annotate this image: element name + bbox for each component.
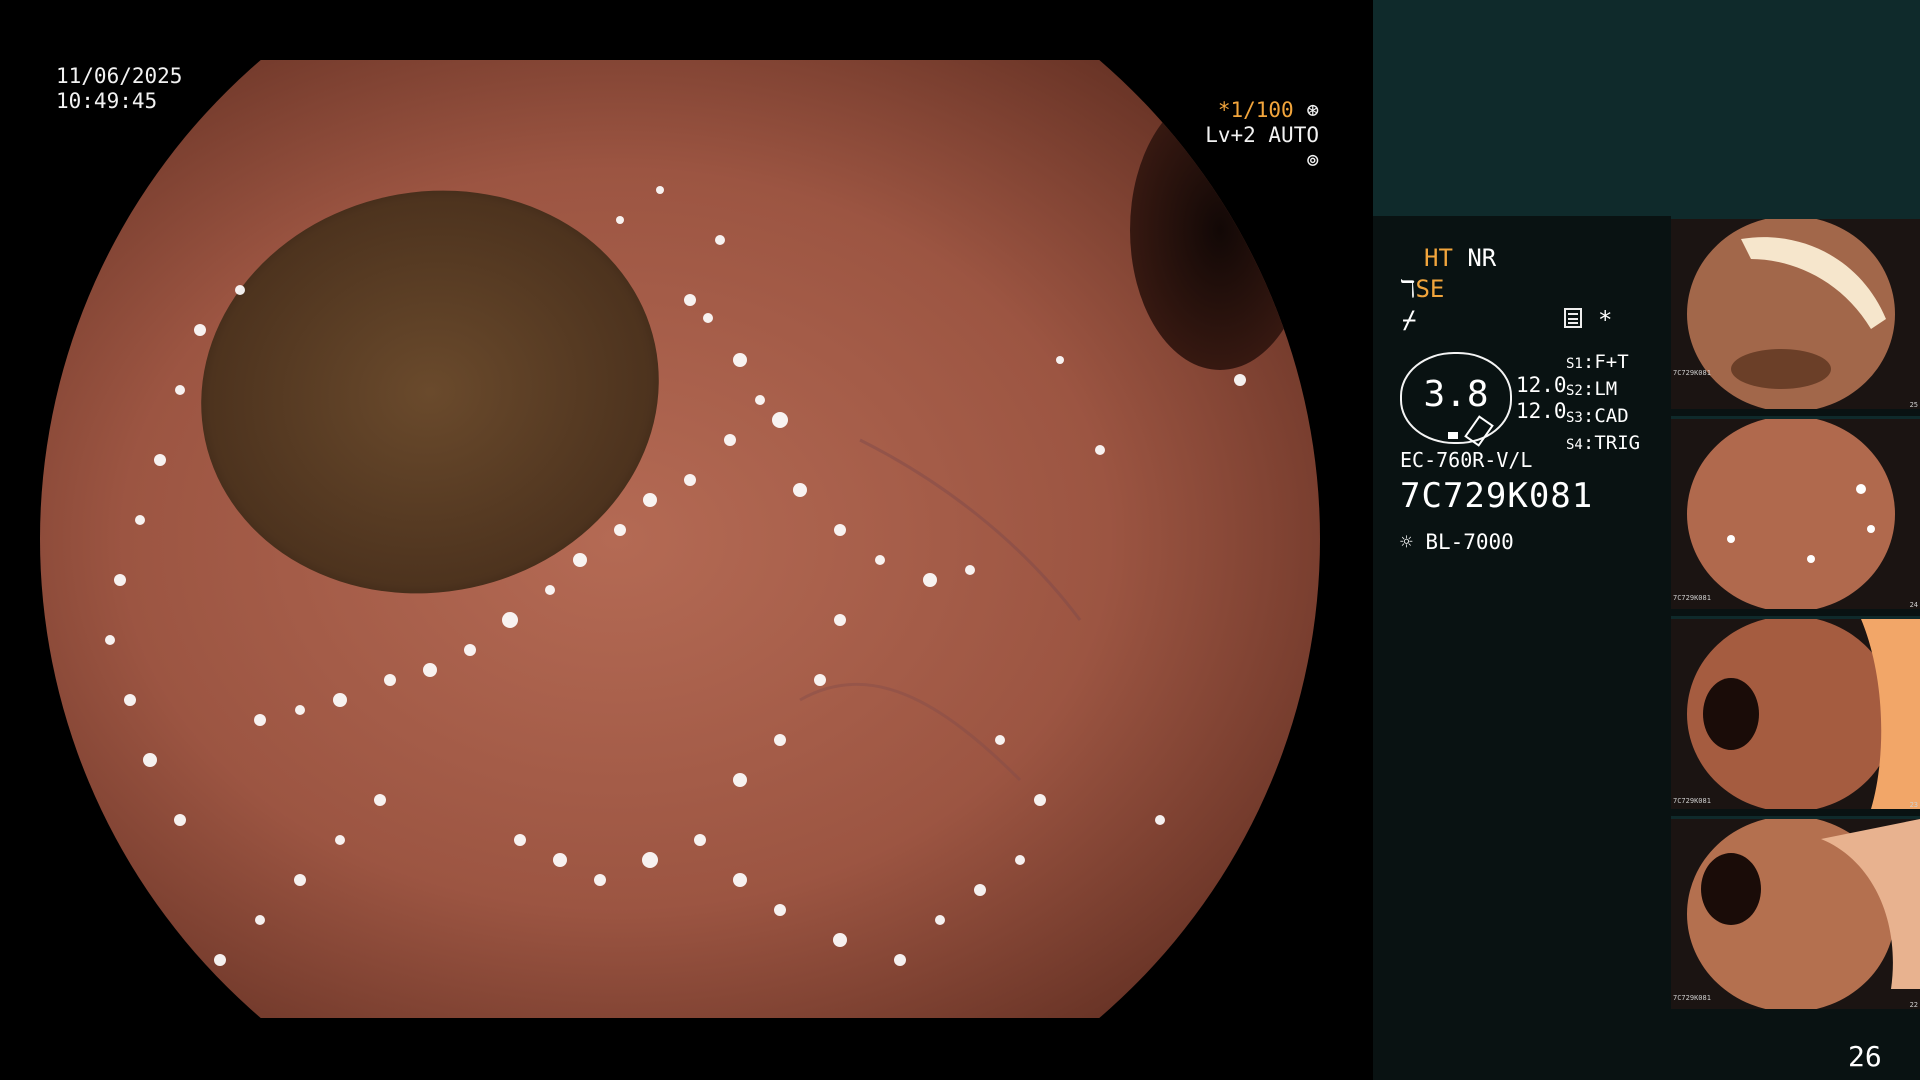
thumbnail-image bbox=[1671, 619, 1920, 809]
zoom-marker bbox=[1448, 432, 1458, 439]
light-source-row: ☼ BL-7000 bbox=[1400, 530, 1514, 554]
info-panel-header bbox=[1373, 0, 1920, 216]
thumbnail-serial: 7C729K081 bbox=[1673, 994, 1711, 1002]
flag-icon: ⌿ bbox=[1402, 306, 1417, 334]
endoscope-live-view bbox=[40, 60, 1320, 1018]
switch-row: S3:CAD bbox=[1566, 405, 1629, 427]
edge-icon: ℸ bbox=[1400, 275, 1416, 303]
date-text: 11/06/2025 bbox=[56, 64, 183, 88]
light-source: BL-7000 bbox=[1425, 530, 1514, 554]
time-text: 10:49:45 bbox=[56, 89, 158, 113]
pair-value-1: 12.0 bbox=[1516, 373, 1567, 397]
zoom-value: 3.8 bbox=[1423, 374, 1489, 415]
thumbnail[interactable]: 7C729K081 22 bbox=[1671, 816, 1920, 1009]
thumbnail[interactable]: 7C729K081 25 bbox=[1671, 216, 1920, 409]
thumbnail-number: 25 bbox=[1909, 401, 1918, 409]
se-mode: SE bbox=[1415, 275, 1445, 303]
brightness-level: Lv+2 AUTO bbox=[1205, 123, 1319, 147]
thumbnail[interactable]: 7C729K081 23 bbox=[1671, 616, 1920, 809]
thumbnail-number: 23 bbox=[1909, 801, 1918, 809]
thumbnail-number: 22 bbox=[1909, 1001, 1918, 1009]
pair-values: 12.0 12.0 bbox=[1516, 372, 1567, 424]
auto-gear-icon: ⊚ bbox=[1306, 148, 1319, 172]
mucosa-image bbox=[40, 60, 1320, 1018]
image-mode-row: HT NR bbox=[1424, 244, 1496, 272]
thumbnail-image bbox=[1671, 819, 1920, 1009]
thumbnail-serial: 7C729K081 bbox=[1673, 797, 1711, 805]
switch-row: S2:LM bbox=[1566, 378, 1618, 400]
thumbnail-serial: 7C729K081 bbox=[1673, 594, 1711, 602]
switch-row: S4:TRIG bbox=[1566, 432, 1641, 454]
switch-row: S1:F+T bbox=[1566, 351, 1629, 373]
pair-value-2: 12.0 bbox=[1516, 399, 1567, 423]
thumbnail-number: 24 bbox=[1909, 601, 1918, 609]
switch-list: S1:F+T S2:LM S3:CAD S4:TRIG bbox=[1566, 350, 1640, 458]
ht-mode: HT bbox=[1424, 244, 1453, 272]
thumbnail-image bbox=[1671, 219, 1920, 409]
shutter-speed: *1/100 bbox=[1217, 98, 1294, 122]
scope-model: EC-760R-V/L bbox=[1400, 448, 1533, 472]
menu-icon bbox=[1564, 308, 1582, 328]
lamp-icon: ☼ bbox=[1400, 530, 1413, 554]
date-time: 11/06/2025 10:49:45 bbox=[56, 64, 182, 114]
aperture-icon: ⊛ bbox=[1306, 98, 1319, 122]
asterisk-mark: * bbox=[1598, 306, 1613, 334]
thumbnail[interactable]: 7C729K081 24 bbox=[1671, 416, 1920, 609]
thumbnail-image bbox=[1671, 419, 1920, 609]
structure-enhance-row: ℸSE bbox=[1400, 275, 1444, 303]
image-count: 26 bbox=[1848, 1040, 1882, 1073]
exposure-hud: *1/100 ⊛ Lv+2 AUTO ⊚ bbox=[1195, 98, 1319, 173]
thumbnail-serial: 7C729K081 bbox=[1673, 369, 1711, 377]
nr-mode: NR bbox=[1467, 244, 1497, 272]
scope-serial: 7C729K081 bbox=[1400, 476, 1594, 516]
